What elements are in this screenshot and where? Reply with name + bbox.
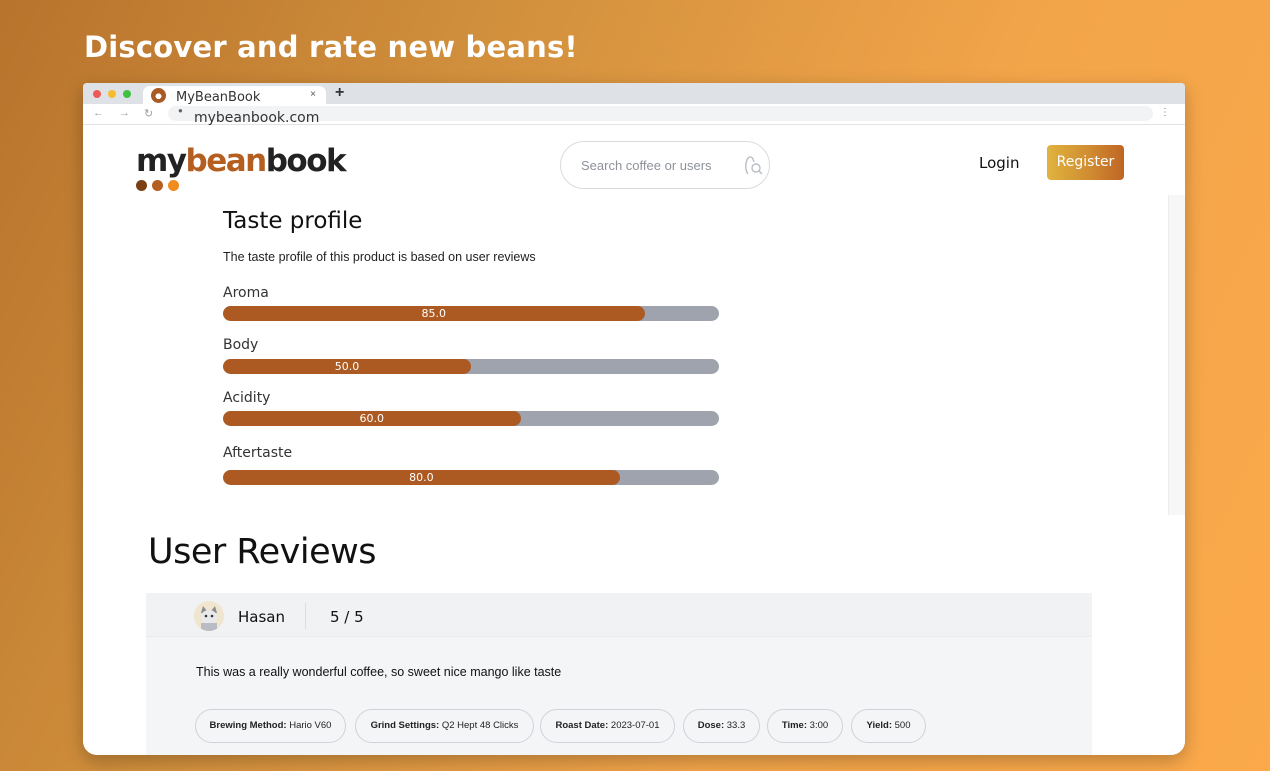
body-bar: 50.0 xyxy=(223,359,719,374)
chip-value: 3:00 xyxy=(809,720,829,731)
login-link[interactable]: Login xyxy=(979,154,1019,172)
divider xyxy=(305,603,306,629)
user-reviews-section: User Reviews Hasan 5 / 5 This was a real… xyxy=(83,515,1185,755)
tab-bar: MyBeanBook × + xyxy=(83,83,1185,105)
site-logo[interactable]: mybeanbook xyxy=(136,143,347,191)
lock-icon: ● xyxy=(178,106,183,115)
attribute-label-body: Body xyxy=(223,337,259,353)
logo-dot xyxy=(136,180,147,191)
review-username[interactable]: Hasan xyxy=(238,608,285,626)
aftertaste-bar: 80.0 xyxy=(223,470,719,485)
new-tab-icon[interactable]: + xyxy=(335,84,344,102)
browser-tab[interactable]: MyBeanBook × xyxy=(143,86,326,105)
minimize-window-button[interactable] xyxy=(108,90,116,98)
logo-dot xyxy=(168,180,179,191)
attribute-label-aftertaste: Aftertaste xyxy=(223,445,293,461)
grind-settings-chip: Grind Settings: Q2 Hept 48 Clicks xyxy=(355,709,534,743)
review-rating: 5 / 5 xyxy=(330,608,364,626)
reload-icon[interactable]: ↻ xyxy=(144,107,153,120)
chip-value: Hario V60 xyxy=(289,720,332,731)
time-chip: Time: 3:00 xyxy=(767,709,843,743)
tab-close-icon[interactable]: × xyxy=(310,89,316,100)
logo-text-my: my xyxy=(136,143,187,179)
taste-profile-title: Taste profile xyxy=(223,208,363,234)
taste-profile-subtitle: The taste profile of this product is bas… xyxy=(223,250,536,264)
logo-dot xyxy=(152,180,163,191)
back-arrow-icon[interactable]: ← xyxy=(93,107,104,119)
search-icon[interactable] xyxy=(742,154,764,176)
review-header: Hasan 5 / 5 xyxy=(146,593,1092,637)
aroma-bar-fill: 85.0 xyxy=(223,306,645,321)
search-input[interactable] xyxy=(579,157,733,174)
cat-avatar-icon xyxy=(194,601,224,631)
acidity-bar: 60.0 xyxy=(223,411,719,426)
dose-chip: Dose: 33.3 xyxy=(683,709,760,743)
maximize-window-button[interactable] xyxy=(123,90,131,98)
favicon-icon xyxy=(151,88,166,103)
brewing-method-chip: Brewing Method: Hario V60 xyxy=(195,709,346,743)
body-bar-fill: 50.0 xyxy=(223,359,471,374)
headline: Discover and rate new beans! xyxy=(84,30,578,64)
search-box xyxy=(560,141,770,189)
acidity-bar-fill: 60.0 xyxy=(223,411,521,426)
aroma-bar: 85.0 xyxy=(223,306,719,321)
avatar[interactable] xyxy=(194,601,224,631)
chip-value: 2023-07-01 xyxy=(610,720,660,731)
logo-text-bean: bean xyxy=(185,143,268,179)
close-window-button[interactable] xyxy=(93,90,101,98)
attribute-label-aroma: Aroma xyxy=(223,285,269,301)
chip-label: Roast Date: xyxy=(555,720,609,731)
user-reviews-title: User Reviews xyxy=(148,532,377,572)
aftertaste-bar-fill: 80.0 xyxy=(223,470,620,485)
review-card: Hasan 5 / 5 This was a really wonderful … xyxy=(146,593,1092,755)
chip-value: 33.3 xyxy=(726,720,746,731)
tab-title: MyBeanBook xyxy=(176,90,261,105)
forward-arrow-icon[interactable]: → xyxy=(119,107,130,119)
chip-label: Grind Settings: xyxy=(370,720,440,731)
chip-label: Dose: xyxy=(697,720,725,731)
attribute-label-acidity: Acidity xyxy=(223,390,271,406)
logo-text-book: book xyxy=(265,143,347,179)
browser-menu-icon[interactable]: ⋮ xyxy=(1160,107,1170,118)
chip-label: Brewing Method: xyxy=(209,720,287,731)
review-text: This was a really wonderful coffee, so s… xyxy=(196,665,562,679)
register-button[interactable]: Register xyxy=(1047,145,1124,180)
url-field[interactable]: ● mybeanbook.com xyxy=(168,106,1153,126)
chip-label: Yield: xyxy=(866,720,892,731)
url-text: mybeanbook.com xyxy=(194,110,320,126)
address-bar: ← → ↻ ● mybeanbook.com ⋮ xyxy=(83,104,1185,126)
yield-chip: Yield: 500 xyxy=(851,709,926,743)
roast-date-chip: Roast Date: 2023-07-01 xyxy=(540,709,675,743)
chip-value: 500 xyxy=(894,720,911,731)
chip-label: Time: xyxy=(781,720,808,731)
scrollbar[interactable] xyxy=(1168,195,1185,515)
chip-value: Q2 Hept 48 Clicks xyxy=(441,720,519,731)
